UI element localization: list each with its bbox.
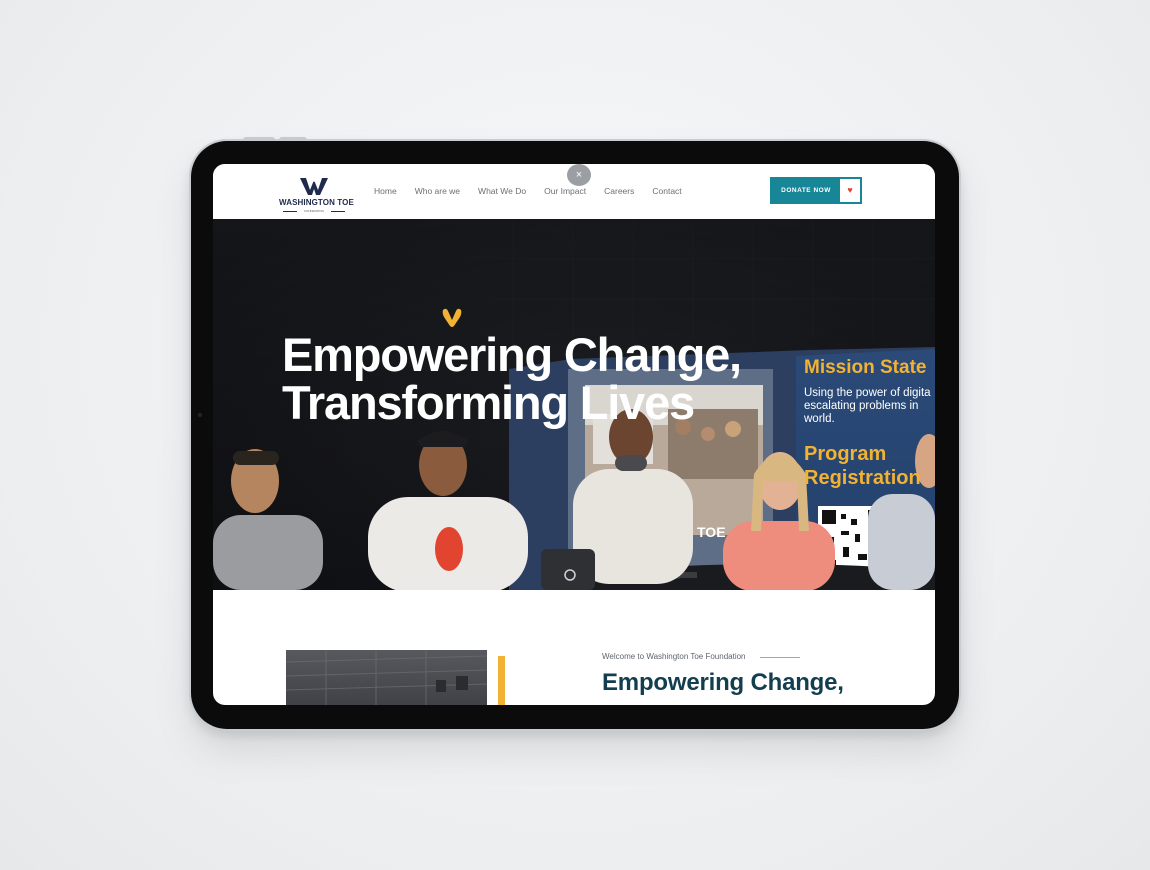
hero-title-line2: Transforming Lives (282, 376, 695, 429)
browser-screen: WASHINGTON TOE FOUNDATION Home Who are w… (213, 164, 935, 705)
nav-our-impact[interactable]: Our Impact (544, 186, 586, 196)
accent-bar (498, 656, 505, 705)
site-header: WASHINGTON TOE FOUNDATION Home Who are w… (213, 164, 935, 219)
nav-careers[interactable]: Careers (604, 186, 634, 196)
camera-dot (198, 413, 202, 417)
logo-tagline: FOUNDATION (304, 209, 324, 213)
banner-program-line2: Registration (804, 467, 921, 489)
donate-label: DONATE NOW (781, 187, 831, 194)
logo-mark-icon (300, 177, 328, 195)
banner-mission-line2: escalating problems in (804, 400, 919, 412)
tablet-button (243, 137, 275, 141)
tablet-button (279, 137, 307, 141)
logo-name: WASHINGTON TOE (279, 198, 354, 207)
nav-contact[interactable]: Contact (652, 186, 681, 196)
hero-title: Empowering Change, Transforming Lives (282, 328, 742, 429)
banner-monitor-text: TOE (697, 524, 726, 540)
hero-title-line1: Empowering Change, (282, 328, 742, 381)
heart-icon: ♥ (840, 179, 860, 202)
nav-home[interactable]: Home (374, 186, 397, 196)
welcome-text: Welcome to Washington Toe Foundation (602, 652, 746, 661)
close-icon[interactable]: × (567, 164, 591, 186)
logo-tagline-row: FOUNDATION (283, 209, 345, 213)
site-logo[interactable]: WASHINGTON TOE FOUNDATION (279, 176, 354, 214)
banner-mission-line3: world. (804, 413, 835, 425)
banner-mission-line1: Using the power of digita (804, 387, 931, 399)
intro-image (286, 650, 487, 705)
intro-heading: Empowering Change, (602, 669, 844, 696)
main-nav: Home Who are we What We Do Our Impact Ca… (374, 186, 682, 196)
heart-accent-icon (442, 308, 462, 327)
donate-button[interactable]: DONATE NOW ♥ (770, 177, 862, 204)
hero-section: Mission State Using the power of digita … (213, 219, 935, 590)
banner-program-line1: Program (804, 443, 887, 465)
welcome-divider (760, 657, 800, 658)
nav-what-we-do[interactable]: What We Do (478, 186, 526, 196)
nav-who-are-we[interactable]: Who are we (415, 186, 460, 196)
banner-mission-title: Mission State (804, 357, 927, 378)
